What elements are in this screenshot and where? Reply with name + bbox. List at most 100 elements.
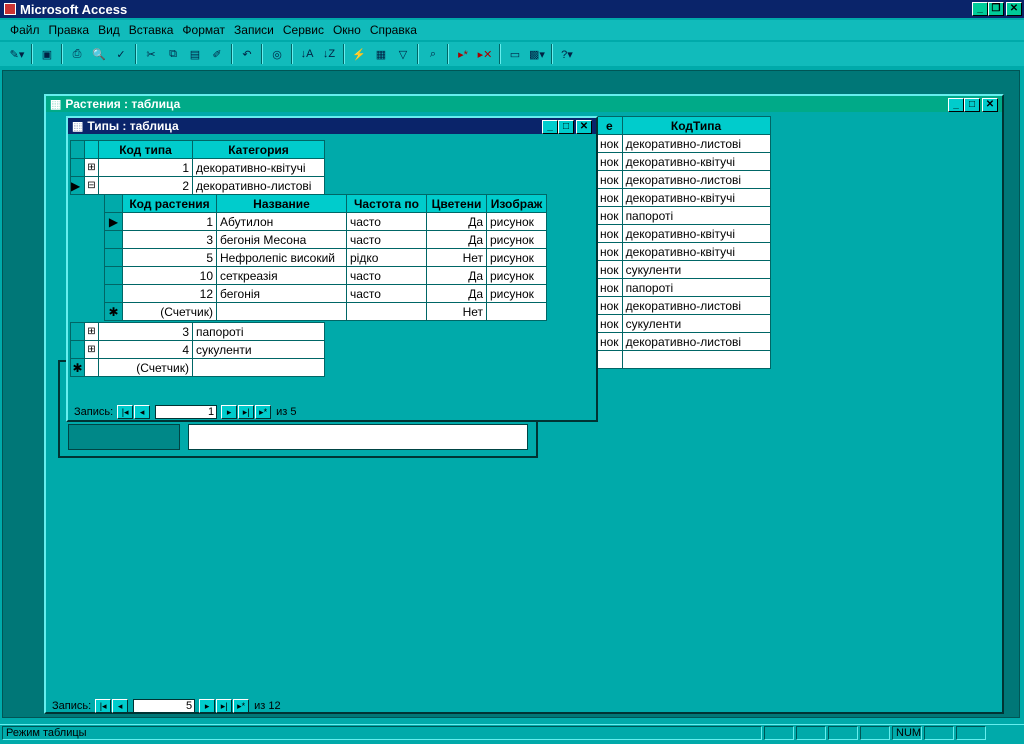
sub-new-row-img[interactable] bbox=[486, 302, 547, 321]
plants-cell-kodtipa[interactable]: декоративно-квітучі bbox=[621, 152, 771, 171]
types-col-header-id[interactable]: Код типа bbox=[98, 140, 193, 159]
sub-cell-name[interactable]: сеткреазія bbox=[216, 266, 347, 285]
row-selector[interactable] bbox=[70, 340, 85, 359]
hyperlink-icon[interactable]: ◎ bbox=[266, 44, 288, 64]
plants-cell-partial[interactable]: нок bbox=[596, 170, 623, 189]
undo-icon[interactable]: ↶ bbox=[236, 44, 258, 64]
plants-cell-kodtipa[interactable]: сукуленти bbox=[621, 314, 771, 333]
plants-cell-partial[interactable]: нок bbox=[596, 296, 623, 315]
plants-cell-partial[interactable]: нок bbox=[596, 188, 623, 207]
types-cell-cat[interactable]: сукуленти bbox=[192, 340, 325, 359]
row-selector[interactable] bbox=[104, 248, 123, 267]
sub-cell-name[interactable]: Абутилон bbox=[216, 212, 347, 231]
sub-new-row-selector[interactable]: ✱ bbox=[104, 302, 123, 321]
sub-col-header-id[interactable]: Код растения bbox=[122, 194, 217, 213]
sub-cell-freq[interactable]: часто bbox=[346, 230, 427, 249]
plants-cell-partial[interactable]: нок bbox=[596, 260, 623, 279]
sub-cell-name[interactable]: Нефролепіс високий bbox=[216, 248, 347, 267]
menu-item[interactable]: Сервис bbox=[283, 23, 324, 37]
plants-col-header[interactable]: е bbox=[596, 116, 623, 135]
next-record-button[interactable]: ▸ bbox=[221, 405, 238, 419]
format-painter-icon[interactable]: ✐ bbox=[206, 44, 228, 64]
last-record-button[interactable]: ▸| bbox=[216, 699, 233, 713]
menu-item[interactable]: Формат bbox=[182, 23, 225, 37]
expand-toggle-icon[interactable]: ⊞ bbox=[84, 340, 99, 359]
types-cell-cat[interactable]: декоративно-квітучі bbox=[192, 158, 325, 177]
sub-cell-id[interactable]: 1 bbox=[122, 212, 217, 231]
delete-record-icon[interactable]: ▸✕ bbox=[474, 44, 496, 64]
table-row[interactable]: нок сукуленти bbox=[596, 314, 771, 333]
types-col-header-cat[interactable]: Категория bbox=[192, 140, 325, 159]
plants-cell-partial[interactable]: нок bbox=[596, 206, 623, 225]
close-button[interactable]: ✕ bbox=[1006, 2, 1022, 16]
sort-ascending-icon[interactable]: ↓A bbox=[296, 44, 318, 64]
row-selector[interactable] bbox=[70, 158, 85, 177]
table-row[interactable]: нок декоративно-листові bbox=[596, 170, 771, 189]
types-maximize-button[interactable]: □ bbox=[558, 120, 574, 134]
sub-col-header-freq[interactable]: Частота по bbox=[346, 194, 427, 213]
plants-cell-kodtipa[interactable]: декоративно-квітучі bbox=[621, 242, 771, 261]
types-cell-cat[interactable]: декоративно-листові bbox=[192, 176, 325, 195]
types-cell-id[interactable]: 1 bbox=[98, 158, 193, 177]
sub-cell-name[interactable]: бегонія Месона bbox=[216, 230, 347, 249]
table-row[interactable]: нок декоративно-листові bbox=[596, 134, 771, 153]
plants-cell-kodtipa[interactable]: декоративно-листові bbox=[621, 134, 771, 153]
table-row[interactable]: ▶ 1 Абутилон часто Да рисунок bbox=[104, 212, 547, 231]
table-row[interactable]: 12 бегонія часто Да рисунок bbox=[104, 284, 547, 303]
row-selector[interactable] bbox=[104, 284, 123, 303]
plants-new-row[interactable] bbox=[596, 350, 623, 369]
sub-new-row-freq[interactable] bbox=[346, 302, 427, 321]
plants-cell-partial[interactable]: нок bbox=[596, 314, 623, 333]
types-cell-id[interactable]: 3 bbox=[98, 322, 193, 341]
sub-cell-flower[interactable]: Да bbox=[426, 284, 487, 303]
types-new-row-cat[interactable] bbox=[192, 358, 325, 377]
new-record-nav-button[interactable]: ▸* bbox=[255, 405, 272, 419]
plants-maximize-button[interactable]: □ bbox=[964, 98, 980, 112]
plants-cell-partial[interactable]: нок bbox=[596, 332, 623, 351]
expand-toggle-icon[interactable]: ⊞ bbox=[84, 322, 99, 341]
plants-col-header-kodtipa[interactable]: КодТипа bbox=[621, 116, 771, 135]
sub-cell-freq[interactable]: часто bbox=[346, 266, 427, 285]
table-row[interactable]: 3 бегонія Месона часто Да рисунок bbox=[104, 230, 547, 249]
sub-col-header-img[interactable]: Изображ bbox=[486, 194, 547, 213]
row-selector[interactable]: ▶ bbox=[104, 212, 123, 231]
menu-item[interactable]: Вставка bbox=[129, 23, 174, 37]
sub-cell-img[interactable]: рисунок bbox=[486, 212, 547, 231]
print-icon[interactable]: ⎙ bbox=[66, 44, 88, 64]
plants-cell-kodtipa[interactable]: декоративно-листові bbox=[621, 332, 771, 351]
save-icon[interactable]: ▣ bbox=[36, 44, 58, 64]
sub-cell-img[interactable]: рисунок bbox=[486, 230, 547, 249]
sub-cell-flower[interactable]: Да bbox=[426, 266, 487, 285]
sub-new-row-name[interactable] bbox=[216, 302, 347, 321]
paste-icon[interactable]: ▤ bbox=[184, 44, 206, 64]
plants-cell-kodtipa[interactable]: папороті bbox=[621, 278, 771, 297]
plants-cell-kodtipa[interactable]: декоративно-листові bbox=[621, 170, 771, 189]
menu-item[interactable]: Справка bbox=[370, 23, 417, 37]
plants-cell-partial[interactable]: нок bbox=[596, 278, 623, 297]
row-selector[interactable] bbox=[104, 230, 123, 249]
types-cell-cat[interactable]: папороті bbox=[192, 322, 325, 341]
plants-cell-partial[interactable]: нок bbox=[596, 134, 623, 153]
expand-toggle-icon[interactable]: ⊟ bbox=[84, 176, 99, 195]
types-new-row-selector[interactable]: ✱ bbox=[70, 358, 85, 377]
sub-cell-img[interactable]: рисунок bbox=[486, 284, 547, 303]
types-close-button[interactable]: ✕ bbox=[576, 120, 592, 134]
table-row[interactable]: 10 сеткреазія часто Да рисунок bbox=[104, 266, 547, 285]
menu-item[interactable]: Записи bbox=[234, 23, 274, 37]
types-cell-id[interactable]: 2 bbox=[98, 176, 193, 195]
plants-close-button[interactable]: ✕ bbox=[982, 98, 998, 112]
plants-cell-kodtipa[interactable]: папороті bbox=[621, 206, 771, 225]
row-selector[interactable]: ▶ bbox=[70, 176, 85, 195]
table-row[interactable]: нок папороті bbox=[596, 206, 771, 225]
menu-item[interactable]: Окно bbox=[333, 23, 361, 37]
sub-col-header-name[interactable]: Название bbox=[216, 194, 347, 213]
types-select-all[interactable] bbox=[70, 140, 85, 159]
spelling-icon[interactable]: ✓ bbox=[110, 44, 132, 64]
filter-form-icon[interactable]: ▦ bbox=[370, 44, 392, 64]
sub-cell-flower[interactable]: Да bbox=[426, 230, 487, 249]
table-row[interactable]: нок декоративно-листові bbox=[596, 332, 771, 351]
minimize-button[interactable]: _ bbox=[972, 2, 988, 16]
cut-icon[interactable]: ✂ bbox=[140, 44, 162, 64]
table-row[interactable]: нок декоративно-квітучі bbox=[596, 242, 771, 261]
help-icon[interactable]: ?▾ bbox=[556, 44, 578, 64]
